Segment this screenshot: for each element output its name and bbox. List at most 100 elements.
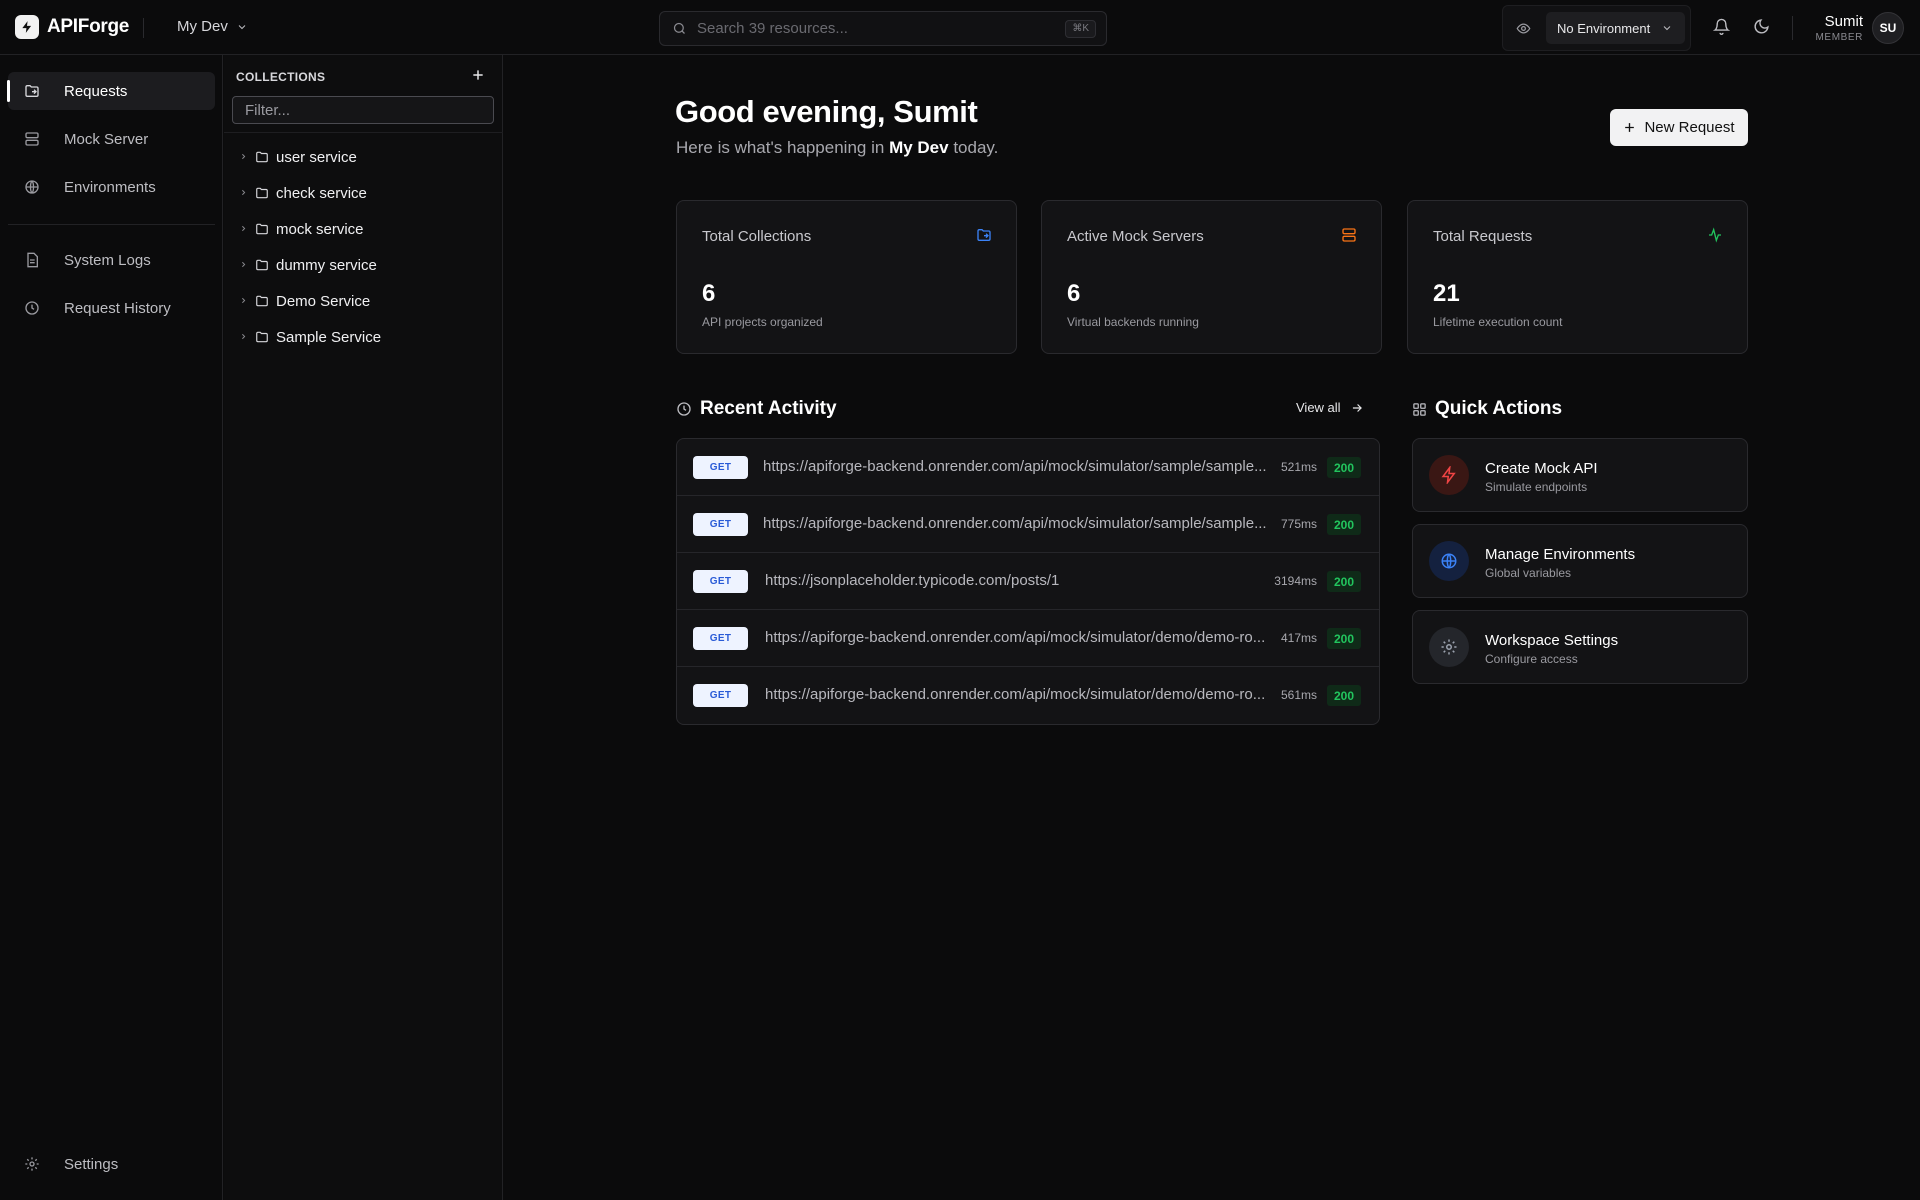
- user-role: MEMBER: [1815, 32, 1863, 43]
- recent-activity-heading: Recent Activity: [676, 398, 837, 420]
- chevron-right-icon[interactable]: [239, 224, 248, 233]
- new-request-label: New Request: [1644, 119, 1735, 136]
- global-search[interactable]: ⌘K: [659, 11, 1107, 46]
- search-icon: [672, 21, 687, 36]
- collection-item[interactable]: dummy service: [224, 250, 503, 280]
- workspace-name: My Dev: [177, 18, 228, 35]
- chevron-right-icon[interactable]: [239, 332, 248, 341]
- sidebar-item-settings[interactable]: Settings: [8, 1145, 215, 1183]
- subtitle-suffix: today.: [953, 138, 999, 157]
- quick-actions-heading: Quick Actions: [1412, 398, 1562, 420]
- quick-action-create-mock-api[interactable]: Create Mock API Simulate endpoints: [1412, 438, 1748, 512]
- folder-icon: [255, 186, 269, 200]
- sidebar-item-label: System Logs: [64, 252, 151, 269]
- quick-action-subtitle: Simulate endpoints: [1485, 480, 1588, 494]
- search-input[interactable]: [697, 20, 1037, 37]
- user-info[interactable]: Sumit MEMBER: [1815, 13, 1864, 43]
- view-all-label: View all: [1296, 400, 1341, 415]
- gear-icon: [1429, 627, 1469, 667]
- moon-icon[interactable]: [1753, 18, 1770, 35]
- stat-title: Total Collections: [702, 228, 812, 245]
- divider: [224, 132, 503, 133]
- collection-item[interactable]: Demo Service: [224, 286, 503, 316]
- quick-action-manage-environments[interactable]: Manage Environments Global variables: [1412, 524, 1748, 598]
- quick-action-subtitle: Global variables: [1485, 566, 1572, 580]
- request-url: https://apiforge-backend.onrender.com/ap…: [765, 629, 1266, 646]
- collection-filter[interactable]: [232, 96, 494, 124]
- collection-item[interactable]: check service: [224, 178, 503, 208]
- grid-icon: [1412, 402, 1427, 417]
- server-icon: [1341, 227, 1357, 243]
- environment-box: No Environment: [1502, 5, 1691, 51]
- eye-icon[interactable]: [1516, 21, 1531, 36]
- new-request-button[interactable]: New Request: [1610, 109, 1748, 146]
- collection-name: Demo Service: [276, 293, 371, 310]
- method-badge: GET: [693, 570, 748, 593]
- folder-icon: [255, 330, 269, 344]
- sidebar-item-mock-server[interactable]: Mock Server: [8, 120, 215, 158]
- collection-name: Sample Service: [276, 329, 382, 346]
- globe-icon: [24, 179, 40, 195]
- sidebar-item-environments[interactable]: Environments: [8, 168, 215, 206]
- method-badge: GET: [693, 513, 748, 536]
- clock-icon: [24, 300, 40, 316]
- chevron-down-icon: [1661, 22, 1673, 34]
- quick-action-workspace-settings[interactable]: Workspace Settings Configure access: [1412, 610, 1748, 684]
- arrow-right-icon: [1350, 401, 1364, 415]
- brand[interactable]: APIForge: [15, 15, 129, 39]
- activity-icon: [1707, 227, 1723, 243]
- collection-item[interactable]: user service: [224, 142, 503, 172]
- request-url: https://apiforge-backend.onrender.com/ap…: [763, 458, 1267, 475]
- chevron-right-icon[interactable]: [239, 296, 248, 305]
- app-name: APIForge: [47, 16, 130, 37]
- chevron-right-icon[interactable]: [239, 188, 248, 197]
- sidebar-item-label: Settings: [64, 1156, 119, 1173]
- activity-row[interactable]: GET https://jsonplaceholder.typicode.com…: [677, 553, 1379, 610]
- response-time: 775ms: [1280, 517, 1317, 531]
- view-all-link[interactable]: View all: [1296, 400, 1364, 415]
- workspace-switcher[interactable]: My Dev: [177, 18, 248, 35]
- add-collection-icon[interactable]: [471, 68, 485, 82]
- collection-name: mock service: [276, 221, 364, 238]
- activity-row[interactable]: GET https://apiforge-backend.onrender.co…: [677, 610, 1379, 667]
- divider: [1792, 16, 1793, 40]
- stat-title: Total Requests: [1433, 228, 1533, 245]
- folder-icon: [255, 150, 269, 164]
- stat-description: Virtual backends running: [1067, 315, 1199, 329]
- subtitle-prefix: Here is what's happening in: [676, 138, 885, 157]
- document-icon: [24, 252, 40, 268]
- sidebar-item-label: Request History: [64, 300, 171, 317]
- stat-card-mock-servers: Active Mock Servers 6 Virtual backends r…: [1041, 200, 1382, 354]
- stat-description: API projects organized: [702, 315, 823, 329]
- chevron-right-icon[interactable]: [239, 152, 248, 161]
- sidebar-item-system-logs[interactable]: System Logs: [8, 241, 215, 279]
- collection-filter-input[interactable]: [233, 97, 493, 123]
- quick-action-subtitle: Configure access: [1485, 652, 1578, 666]
- response-time: 561ms: [1280, 688, 1317, 702]
- collections-panel: COLLECTIONS user service check service m…: [224, 55, 503, 1200]
- folder-icon: [255, 222, 269, 236]
- environment-select[interactable]: No Environment: [1546, 12, 1685, 44]
- subtitle-workspace: My Dev: [889, 138, 949, 157]
- response-time: 3194ms: [1274, 574, 1317, 588]
- sidebar-item-request-history[interactable]: Request History: [8, 289, 215, 327]
- bell-icon[interactable]: [1713, 18, 1730, 35]
- sidebar-item-label: Environments: [64, 179, 156, 196]
- folder-arrow-icon: [24, 83, 40, 99]
- divider: [143, 18, 144, 38]
- activity-row[interactable]: GET https://apiforge-backend.onrender.co…: [677, 439, 1379, 496]
- activity-row[interactable]: GET https://apiforge-backend.onrender.co…: [677, 667, 1379, 724]
- plus-icon: [1623, 121, 1636, 134]
- chevron-right-icon[interactable]: [239, 260, 248, 269]
- collection-item[interactable]: Sample Service: [224, 322, 503, 352]
- status-badge: 200: [1327, 628, 1361, 649]
- sidebar-item-requests[interactable]: Requests: [7, 72, 215, 110]
- sidebar-nav: Requests Mock Server Environments System…: [0, 55, 223, 1200]
- gear-icon: [24, 1156, 40, 1172]
- avatar[interactable]: SU: [1872, 12, 1904, 44]
- collection-item[interactable]: mock service: [224, 214, 503, 244]
- stat-value: 21: [1433, 280, 1460, 307]
- quick-action-title: Manage Environments: [1485, 546, 1636, 563]
- activity-row[interactable]: GET https://apiforge-backend.onrender.co…: [677, 496, 1379, 553]
- bolt-logo-icon: [15, 15, 39, 39]
